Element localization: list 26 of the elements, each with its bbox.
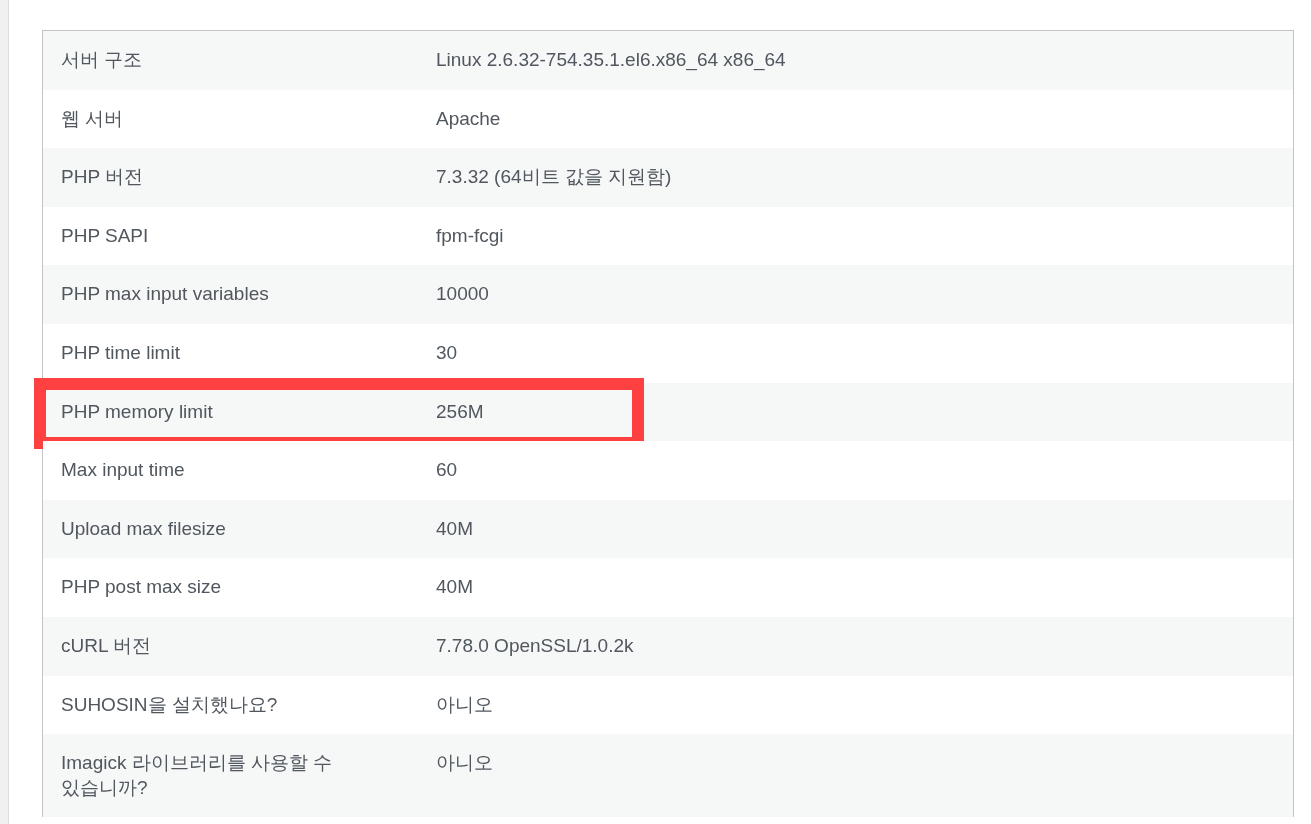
table-cell-text: 30 [435, 340, 459, 365]
table-cell-text: Upload max filesize [60, 516, 227, 541]
table-cell-text: 40M [435, 575, 474, 600]
table-cell-text: PHP memory limit [60, 399, 214, 424]
table-cell-text: PHP 버전 [60, 165, 144, 190]
table-cell-text: Linux 2.6.32-754.35.1.el6.x86_64 x86_64 [435, 48, 787, 73]
table-cell-text: PHP SAPI [60, 223, 150, 248]
table-cell-text: 웹 서버 [60, 106, 125, 131]
table-cell-text: fpm-fcgi [435, 223, 505, 248]
table-cell-text: 아니오 [435, 692, 494, 717]
table-cell-text: PHP post max size [60, 575, 223, 600]
table-cell-text: 40M [435, 516, 474, 541]
table-cell-text: 10000 [435, 282, 490, 307]
table-cell-text: Imagick 라이브러리를 사용할 수 있습니까? [60, 751, 334, 800]
table-cell-text: SUHOSIN을 설치했나요? [60, 692, 279, 717]
table-cell-text: Apache [435, 106, 502, 131]
table-cell-text: 7.3.32 (64비트 값을 지원함) [435, 165, 673, 190]
table-cell-text: cURL 버전 [60, 633, 153, 658]
table-cell-text: 아니오 [435, 751, 494, 776]
table-cell-text: 7.78.0 OpenSSL/1.0.2k [435, 633, 635, 658]
table-cell-text: Max input time [60, 458, 186, 483]
table-cell-text: 256M [435, 399, 485, 424]
table-cell-text: PHP time limit [60, 340, 181, 365]
table-cell-text: 서버 구조 [60, 48, 144, 72]
table-cell-text: 60 [435, 458, 459, 483]
table-cell-text: PHP max input variables [60, 282, 270, 307]
